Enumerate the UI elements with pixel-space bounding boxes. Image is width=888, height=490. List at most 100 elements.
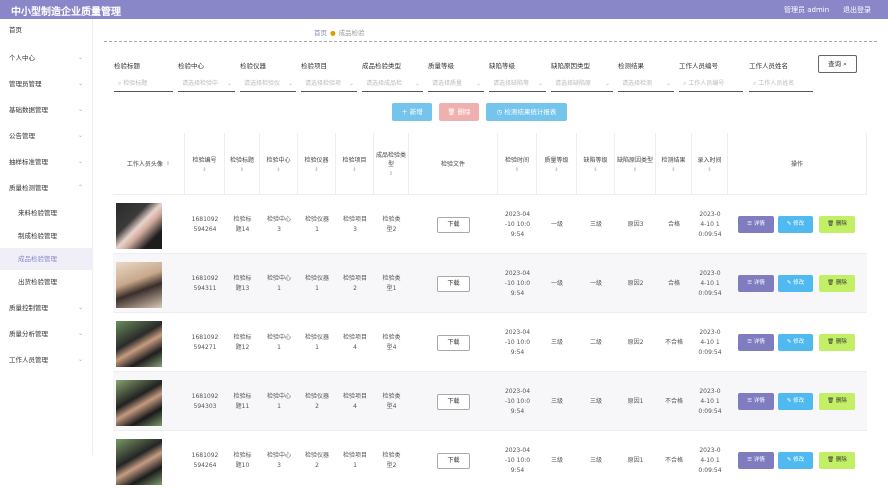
- file-cell: 下载: [409, 372, 498, 431]
- detail-button[interactable]: ☰ 详情: [738, 275, 774, 292]
- sidebar-item-incoming[interactable]: 来料检验管理: [0, 202, 93, 224]
- breadcrumb-current: 成品检验: [338, 29, 365, 37]
- sort-icon[interactable]: ⇕: [707, 167, 711, 173]
- filter-input[interactable]: ⌕ 检验标题: [114, 76, 173, 92]
- table-row: 1681092594264 检验标题10 检验中心3 检验仪器2 检验项目1 检验类型2 下…: [113, 430, 867, 489]
- sort-icon[interactable]: ⇕: [352, 167, 356, 173]
- column-header[interactable]: 工作人员头像 ⇕: [113, 133, 185, 194]
- sidebar-item-base-data[interactable]: 基础数据管理 ⌄: [0, 99, 93, 121]
- column-header-label: 质量等级: [544, 156, 569, 164]
- sidebar-item-profile[interactable]: 个人中心 ⌄: [0, 47, 93, 69]
- column-header[interactable]: 检验中心 ⇕: [260, 133, 298, 194]
- sort-icon[interactable]: ⇕: [276, 167, 280, 173]
- cell-center: 检验中心3: [266, 451, 291, 469]
- detail-button[interactable]: ☰ 详情: [738, 393, 774, 410]
- column-header[interactable]: 质量等级 ⇕: [537, 133, 577, 194]
- sidebar-item-product[interactable]: 成品检验管理: [0, 248, 93, 270]
- filter-select[interactable]: 请选择缺陷等 ⌄: [489, 76, 546, 92]
- column-header[interactable]: 缺陷等级 ⇕: [577, 133, 615, 194]
- delete-row-button[interactable]: 🗑 删除: [819, 334, 855, 351]
- avatar[interactable]: [116, 380, 162, 426]
- sidebar-item-quality-analysis[interactable]: 质量分析管理 ⌄: [0, 323, 93, 345]
- sort-icon[interactable]: ⇕: [202, 167, 206, 173]
- sidebar-item-sampling[interactable]: 抽样标准管理 ⌄: [0, 151, 93, 173]
- sidebar-item-home[interactable]: 首页: [0, 19, 93, 41]
- cell-reason: 原因1: [627, 397, 644, 405]
- avatar-cell: [113, 254, 185, 313]
- column-header[interactable]: 检验标题 ⇕: [225, 133, 260, 194]
- sidebar-item-process[interactable]: 制成检验管理: [0, 225, 93, 247]
- sidebar-item-shipping[interactable]: 出货检验管理: [0, 271, 93, 293]
- column-header[interactable]: 检验仪器 ⇕: [298, 133, 336, 194]
- sidebar-item-label: 个人中心: [9, 54, 35, 62]
- filter-select[interactable]: 请选择检测 ⌄: [618, 76, 674, 92]
- download-button[interactable]: 下载: [437, 275, 470, 292]
- column-header[interactable]: 缺陷原因类型 ⇕: [615, 133, 656, 194]
- cell-time: 2023-04-10 10:09:54: [504, 269, 531, 297]
- edit-button[interactable]: ✎ 修改: [778, 334, 813, 351]
- sort-icon[interactable]: ⇕: [671, 167, 675, 173]
- filter-label: 质量等级: [428, 62, 454, 70]
- avatar[interactable]: [116, 439, 162, 485]
- filter-select[interactable]: 请选择缺陷原 ⌄: [551, 76, 613, 92]
- sidebar-item-label: 公告管理: [9, 132, 35, 140]
- column-header[interactable]: 检验文件: [409, 133, 498, 194]
- edit-button[interactable]: ✎ 修改: [778, 275, 813, 292]
- detail-button[interactable]: ☰ 详情: [738, 216, 774, 233]
- delete-row-button[interactable]: 🗑 删除: [819, 216, 855, 233]
- sort-icon[interactable]: ⇕: [166, 161, 170, 167]
- delete-row-button[interactable]: 🗑 删除: [819, 275, 855, 292]
- column-header[interactable]: 检验项目 ⇕: [336, 133, 374, 194]
- avatar[interactable]: [116, 262, 162, 308]
- sort-icon[interactable]: ⇕: [515, 167, 519, 173]
- column-header[interactable]: 检验编号 ⇕: [185, 133, 225, 194]
- filter-placeholder: ⌕ 检验标题: [118, 80, 148, 87]
- sort-icon[interactable]: ⇕: [554, 167, 558, 173]
- filter-select[interactable]: 请选择检验项 ⌄: [301, 76, 357, 92]
- report-button[interactable]: ◷ 检测结果统计报表: [486, 103, 567, 121]
- filter-select[interactable]: 请选择成品检 ⌄: [362, 76, 423, 92]
- filter-select[interactable]: 请选择检验中 ⌄: [178, 76, 235, 92]
- sidebar-item-admin[interactable]: 管理员管理 ⌄: [0, 73, 93, 95]
- breadcrumb-home[interactable]: 首页: [314, 29, 327, 37]
- delete-row-button[interactable]: 🗑 删除: [819, 393, 855, 410]
- sidebar-item-staff[interactable]: 工作人员管理 ⌄: [0, 349, 93, 371]
- download-button[interactable]: 下载: [437, 334, 470, 351]
- chevron-down-icon: ⌄: [77, 356, 83, 363]
- sort-icon[interactable]: ⇕: [389, 171, 393, 177]
- detail-button[interactable]: ☰ 详情: [738, 334, 774, 351]
- sort-icon[interactable]: ⇕: [593, 167, 597, 173]
- sidebar-item-quality-check[interactable]: 质量检测管理 ⌃: [0, 177, 93, 199]
- filter-select[interactable]: 请选择检验仪 ⌄: [240, 76, 296, 92]
- filter-label: 成品检验类型: [362, 62, 401, 70]
- edit-button[interactable]: ✎ 修改: [778, 216, 813, 233]
- filter-input[interactable]: ⌕ 工作人员编号: [679, 76, 743, 92]
- query-button[interactable]: 查询 ⌕: [818, 55, 857, 73]
- avatar[interactable]: [116, 321, 162, 367]
- delete-button[interactable]: 🗑 删除: [439, 103, 479, 121]
- cell-result: 不合格: [664, 338, 683, 346]
- sort-icon[interactable]: ⇕: [314, 167, 318, 173]
- cell-type: 检验类型4: [382, 333, 401, 351]
- cell-defect: 三级: [589, 397, 602, 405]
- cell-id: 1681092594303: [191, 392, 219, 410]
- sidebar-item-notice[interactable]: 公告管理 ⌄: [0, 125, 93, 147]
- sort-icon[interactable]: ⇕: [633, 167, 637, 173]
- filter-select[interactable]: 请选择质量 ⌄: [428, 76, 484, 92]
- current-user[interactable]: 管理员 admin: [784, 5, 829, 15]
- column-header[interactable]: 检验时间 ⇕: [498, 133, 537, 194]
- edit-button[interactable]: ✎ 修改: [778, 393, 813, 410]
- cell-type: 检验类型4: [382, 392, 401, 410]
- add-button[interactable]: ＋ 新增: [392, 103, 432, 121]
- filter-input[interactable]: ⌕ 工作人员姓名: [749, 76, 813, 92]
- download-button[interactable]: 下载: [437, 216, 470, 233]
- avatar[interactable]: [116, 203, 162, 249]
- column-header[interactable]: 成品检验类型 ⇕: [374, 133, 409, 194]
- download-button[interactable]: 下载: [437, 393, 470, 410]
- sidebar-item-quality-control[interactable]: 质量控制管理 ⌄: [0, 297, 93, 319]
- cell-time: 2023-04-10 10:09:54: [504, 328, 531, 356]
- logout-link[interactable]: 退出登录: [843, 5, 871, 15]
- column-header[interactable]: 检测结果 ⇕: [656, 133, 692, 194]
- column-header[interactable]: 录入时间 ⇕: [692, 133, 728, 194]
- sort-icon[interactable]: ⇕: [240, 167, 244, 173]
